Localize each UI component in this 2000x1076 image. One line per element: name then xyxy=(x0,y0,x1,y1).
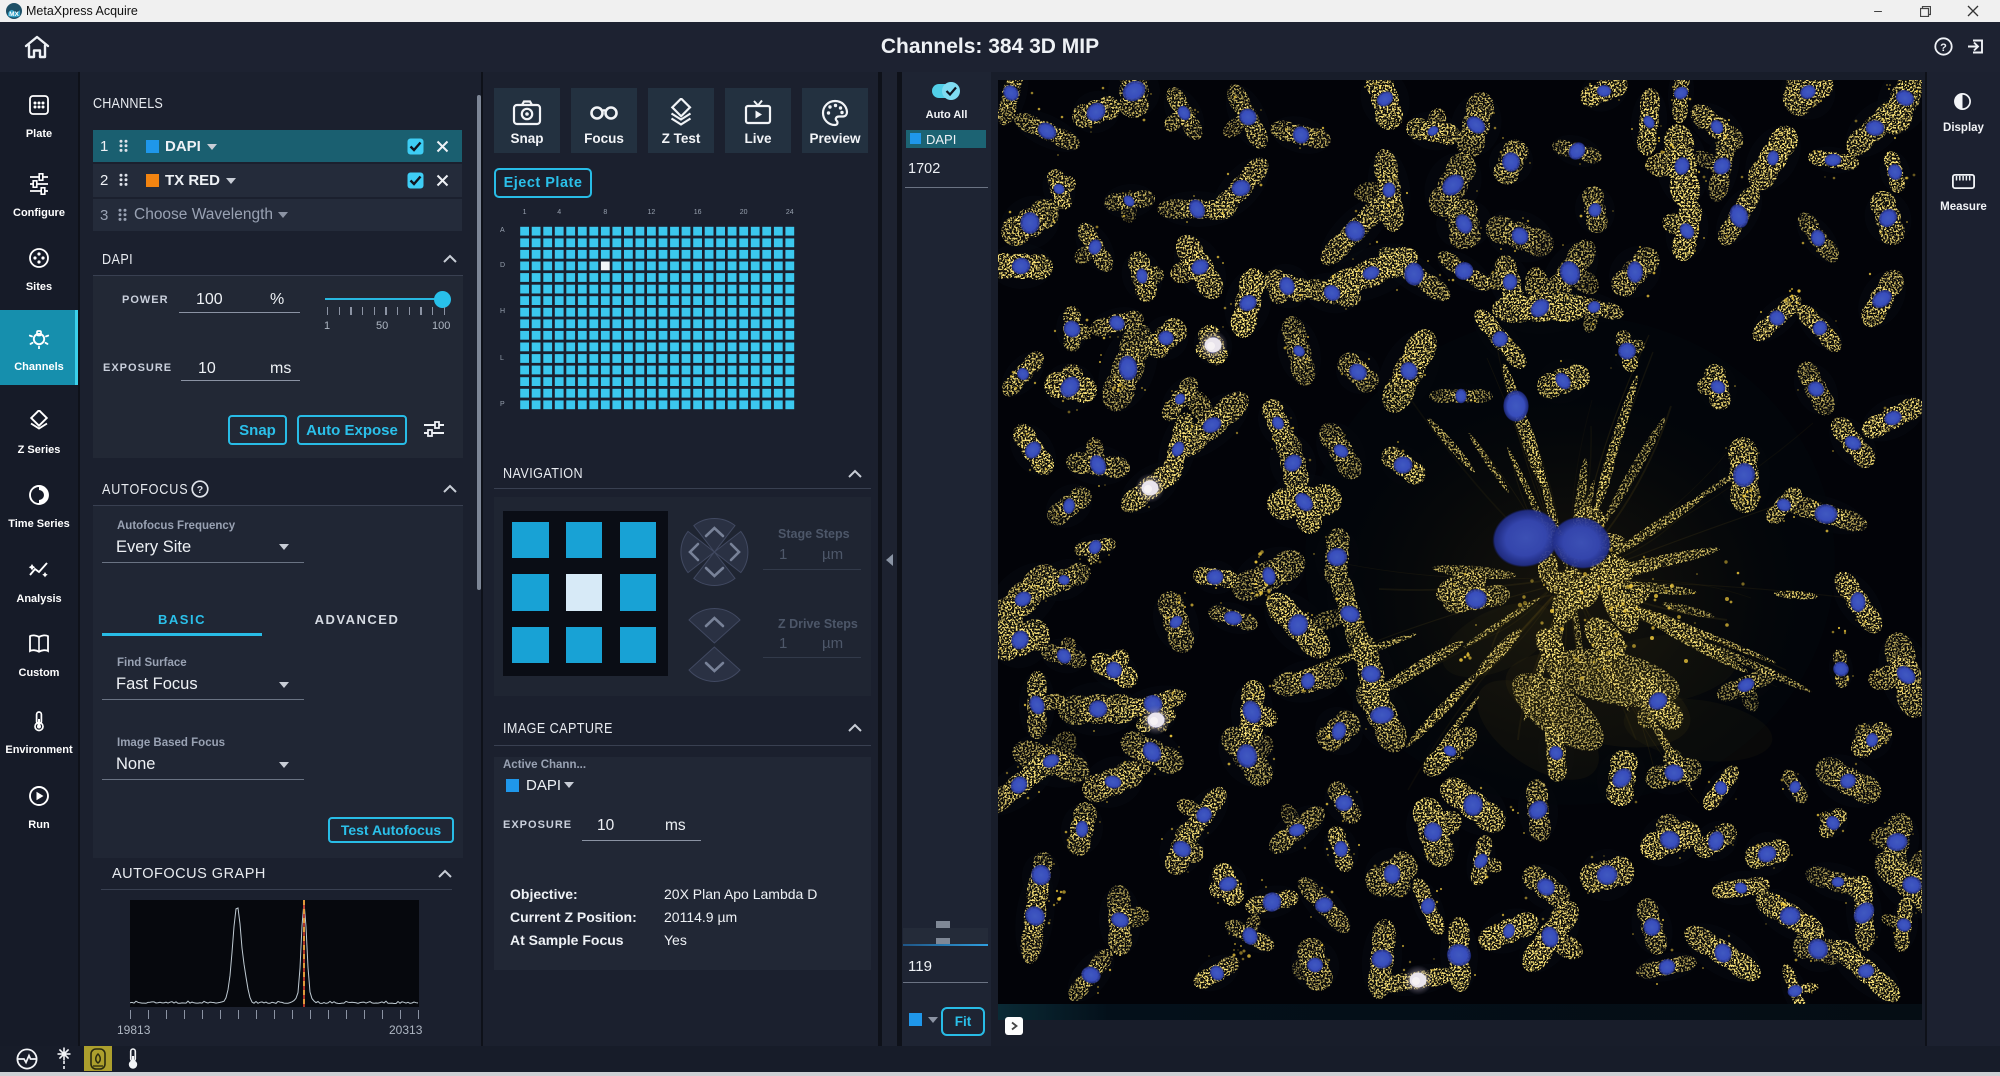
svg-text:?: ? xyxy=(197,484,203,496)
svg-text:?: ? xyxy=(1940,42,1947,54)
